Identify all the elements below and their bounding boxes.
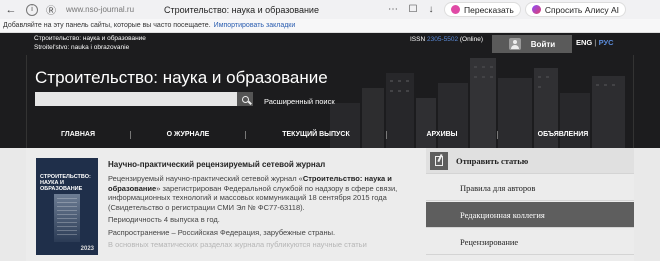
site-info-icon[interactable]: i (26, 3, 38, 16)
search-input[interactable] (35, 92, 237, 106)
download-icon[interactable]: ↓ (424, 3, 438, 17)
retell-button[interactable]: Пересказать (444, 2, 521, 17)
language-switcher: ENG | РУС (576, 38, 614, 47)
address-bar-url[interactable]: www.nso-journal.ru (66, 5, 164, 14)
header-top-strip: Строительство: наука и образование Stroi… (26, 33, 634, 55)
more-icon[interactable]: ⋯ (386, 3, 400, 17)
favorites-hint: Добавляйте на эту панель сайты, которые … (3, 22, 211, 29)
cover-year: 2023 (80, 246, 94, 252)
nav-item-about[interactable]: О ЖУРНАЛЕ (131, 131, 245, 138)
faded-text: В основных тематических разделах журнала… (108, 239, 367, 249)
issn-info: ISSN 2305-5502 (Online) (410, 36, 483, 43)
login-label: Войти (530, 39, 556, 49)
search-button[interactable] (237, 92, 253, 106)
sidebar-item-author-rules[interactable]: Правила для авторов (426, 175, 634, 201)
browser-page-title: Строительство: наука и образование (164, 4, 319, 15)
browser-toolbar: ← i Ⓡ www.nso-journal.ru Строительство: … (0, 0, 660, 19)
description-text-a: Рецензируемый научно-практический сетево… (108, 174, 303, 183)
login-button[interactable]: Войти (492, 35, 572, 53)
issn-number[interactable]: 2305-5502 (427, 36, 458, 43)
search-icon (241, 95, 249, 103)
sidebar-menu: Отправить статью Правила для авторов Ред… (426, 148, 634, 261)
ask-alice-label: Спросить Алису AI (544, 4, 619, 15)
journal-cover-image[interactable]: СТРОИТЕЛЬСТВО: НАУКА И ОБРАЗОВАНИЕ 2023 (36, 158, 98, 255)
website: Строительство: наука и образование Stroi… (0, 33, 660, 261)
site-name-ru: Строительство: наука и образование (34, 35, 146, 42)
advanced-search-link[interactable]: Расширенный поиск (264, 97, 335, 106)
sidebar-item-review[interactable]: Рецензирование (426, 229, 634, 255)
issn-label: ISSN (410, 36, 426, 43)
sidebar-item-editorial-board[interactable]: Редакционная коллегия (426, 202, 634, 228)
lang-en-link[interactable]: ENG (576, 38, 592, 47)
favorites-bar: Добавляйте на эту панель сайты, которые … (0, 19, 660, 33)
sidebar-item-submit-article[interactable]: Отправить статью (426, 148, 634, 174)
import-bookmarks-link[interactable]: Импортировать закладки (214, 22, 296, 29)
description-heading: Научно-практический рецензируемый сетево… (108, 160, 326, 169)
document-pen-icon (435, 155, 443, 166)
back-arrow-icon[interactable]: ← (4, 3, 18, 17)
ask-alice-button[interactable]: Спросить Алису AI (524, 2, 626, 17)
retell-label: Пересказать (464, 4, 514, 15)
distribution-text: Распространение – Российская Федерация, … (108, 227, 336, 237)
description-paragraph: Рецензируемый научно-практический сетево… (108, 174, 426, 212)
lang-separator: | (594, 38, 597, 47)
periodicity-text: Периодичность 4 выпуска в год. (108, 215, 220, 225)
retell-icon (451, 5, 460, 14)
cover-title: СТРОИТЕЛЬСТВО: НАУКА И ОБРАЗОВАНИЕ (40, 174, 98, 192)
nav-item-home[interactable]: ГЛАВНАЯ (26, 131, 130, 138)
sidebar-item-label: Отправить статью (456, 155, 529, 166)
alice-icon (531, 5, 541, 14)
journal-title[interactable]: Строительство: наука и образование (35, 68, 328, 88)
main-nav: ГЛАВНАЯ О ЖУРНАЛЕ ТЕКУЩИЙ ВЫПУСК АРХИВЫ … (26, 125, 634, 144)
bookmark-icon[interactable]: ☐ (406, 3, 420, 17)
issn-suffix: (Online) (459, 36, 484, 43)
journal-description: Научно-практический рецензируемый сетево… (108, 160, 426, 249)
sidebar-item-label: Рецензирование (460, 236, 519, 247)
nav-item-announcements[interactable]: ОБЪЯВЛЕНИЯ (498, 131, 628, 138)
site-name-en: Stroitel'stvo: nauka i obrazovanie (34, 44, 130, 51)
sidebar-item-label: Правила для авторов (460, 182, 536, 193)
lang-ru-link[interactable]: РУС (599, 38, 614, 47)
nav-item-archives[interactable]: АРХИВЫ (387, 131, 497, 138)
yandex-icon[interactable]: Ⓡ (44, 3, 58, 17)
submit-article-icon (430, 151, 448, 170)
cover-title-line2: НАУКА И ОБРАЗОВАНИЕ (40, 180, 83, 193)
nav-item-current-issue[interactable]: ТЕКУЩИЙ ВЫПУСК (246, 131, 386, 138)
cover-building-image (54, 194, 80, 242)
user-icon (508, 38, 521, 50)
sidebar-item-label: Редакционная коллегия (460, 209, 545, 220)
